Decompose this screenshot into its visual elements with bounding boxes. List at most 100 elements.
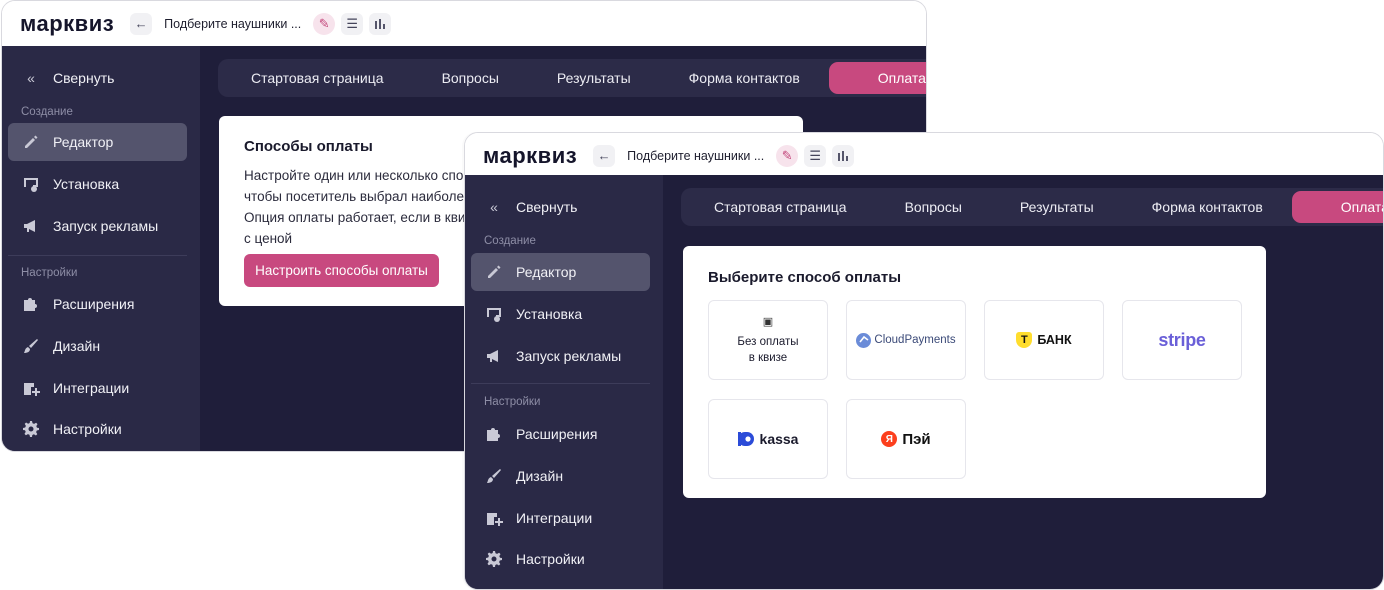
gear-icon: [22, 420, 40, 438]
payment-option-none-label-line: Без оплаты: [737, 335, 799, 348]
logo[interactable]: марквиз: [20, 11, 114, 37]
stripe-logo: stripe: [1158, 329, 1206, 350]
tbank-logo-text: БАНК: [1037, 333, 1072, 347]
sidebar-item-editor[interactable]: Редактор: [471, 253, 650, 291]
double-chevron-left-icon: «: [27, 70, 35, 86]
sidebar-item-install[interactable]: Установка: [471, 295, 650, 333]
front-window: марквиз ← Подберите наушники ... ✎ ☰ « С…: [464, 132, 1384, 590]
cloudpayments-logo: CloudPayments: [856, 332, 956, 348]
puzzle-icon: [22, 295, 40, 313]
top-bar: марквиз ← Подберите наушники ... ✎ ☰: [2, 1, 926, 46]
sidebar-collapse[interactable]: « Свернуть: [8, 59, 187, 97]
no-payment-icon: ▣: [762, 315, 774, 328]
yandex-logo-icon: Я: [881, 431, 898, 447]
tab-contact-form[interactable]: Форма контактов: [1123, 191, 1292, 223]
pencil-icon[interactable]: ✎: [776, 144, 799, 167]
tab-results[interactable]: Результаты: [528, 62, 660, 94]
tab-payment[interactable]: Оплата: [1291, 191, 1383, 223]
megaphone-icon: [485, 347, 503, 365]
cloudpayments-logo-icon: [856, 332, 872, 348]
sidebar-item-install[interactable]: Установка: [8, 165, 187, 203]
sidebar-item-label: Запуск рекламы: [53, 218, 159, 234]
gear-icon: [485, 550, 503, 568]
card-description-line: Опция оплаты работает, если в квиз: [244, 210, 472, 225]
payment-option-none-label: Без оплаты в квизе: [737, 334, 798, 366]
list-icon[interactable]: ☰: [804, 144, 827, 167]
sidebar-item-integrations[interactable]: Интеграции: [471, 499, 650, 537]
sidebar-collapse-label: Свернуть: [53, 70, 115, 86]
sidebar-item-integrations[interactable]: Интеграции: [8, 369, 187, 407]
quiz-name[interactable]: Подберите наушники ...: [164, 17, 301, 31]
list-icon[interactable]: ☰: [341, 12, 364, 35]
tbank-shield-icon: Т: [1016, 332, 1033, 348]
sidebar-item-label: Редактор: [53, 134, 114, 150]
back-arrow-icon[interactable]: ←: [593, 144, 616, 167]
card-description-line: чтобы посетитель выбрал наиболее: [244, 189, 472, 204]
tab-payment[interactable]: Оплата: [828, 62, 926, 94]
sidebar-item-settings[interactable]: Настройки: [471, 540, 650, 578]
top-bar: марквиз ← Подберите наушники ... ✎ ☰: [465, 133, 1383, 178]
sidebar-item-label: Настройки: [516, 551, 585, 567]
quiz-name[interactable]: Подберите наушники ...: [627, 149, 764, 163]
yapay-logo: Я Пэй: [881, 430, 931, 448]
sidebar: « Свернуть Создание Редактор Установка З…: [2, 46, 200, 451]
sidebar-item-label: Расширения: [53, 296, 135, 312]
card-description: Настройте один или несколько спос чтобы …: [244, 165, 472, 249]
back-arrow-icon[interactable]: ←: [130, 12, 153, 35]
sidebar-divider: [8, 255, 187, 256]
sidebar-collapse[interactable]: « Свернуть: [471, 188, 650, 226]
main-area: Стартовая страница Вопросы Результаты Фо…: [663, 175, 1383, 589]
sidebar-item-label: Установка: [53, 176, 120, 192]
sidebar-item-ads[interactable]: Запуск рекламы: [471, 337, 650, 375]
workspace: « Свернуть Создание Редактор Установка З…: [465, 175, 1383, 589]
payment-option-yapay[interactable]: Я Пэй: [846, 399, 966, 479]
sidebar-item-label: Интеграции: [53, 380, 130, 396]
payment-option-none[interactable]: ▣ Без оплаты в квизе: [708, 300, 828, 380]
step-tabs: Стартовая страница Вопросы Результаты Фо…: [681, 188, 1383, 226]
integrations-icon: [485, 509, 503, 527]
card-title: Выберите способ оплаты: [708, 269, 902, 286]
sidebar-item-label: Расширения: [516, 426, 598, 442]
sidebar-item-design[interactable]: Дизайн: [8, 327, 187, 365]
sidebar-item-label: Интеграции: [516, 510, 593, 526]
tab-questions[interactable]: Вопросы: [413, 62, 528, 94]
sidebar: « Свернуть Создание Редактор Установка З…: [465, 175, 663, 589]
pencil-icon: [485, 263, 503, 281]
tab-results[interactable]: Результаты: [991, 191, 1123, 223]
bar-chart-icon[interactable]: [369, 12, 392, 35]
sidebar-item-settings[interactable]: Настройки: [8, 410, 187, 448]
configure-payments-button[interactable]: Настроить способы оплаты: [244, 254, 439, 287]
sidebar-item-extensions[interactable]: Расширения: [8, 285, 187, 323]
payment-option-none-label-line: в квизе: [748, 351, 788, 364]
double-chevron-left-icon: «: [490, 199, 498, 215]
sidebar-item-ads[interactable]: Запуск рекламы: [8, 207, 187, 245]
bar-chart-icon[interactable]: [832, 144, 855, 167]
sidebar-item-extensions[interactable]: Расширения: [471, 415, 650, 453]
yookassa-logo: kassa: [737, 431, 798, 447]
sidebar-item-design[interactable]: Дизайн: [471, 457, 650, 495]
payment-option-stripe[interactable]: stripe: [1122, 300, 1242, 380]
sidebar-section-create: Создание: [484, 235, 536, 247]
tab-questions[interactable]: Вопросы: [876, 191, 991, 223]
tab-contact-form[interactable]: Форма контактов: [660, 62, 829, 94]
payment-option-cloudpayments[interactable]: CloudPayments: [846, 300, 966, 380]
sidebar-item-label: Редактор: [516, 264, 577, 280]
step-tabs: Стартовая страница Вопросы Результаты Фо…: [218, 59, 926, 97]
pencil-icon[interactable]: ✎: [313, 12, 336, 35]
brush-icon: [22, 337, 40, 355]
payment-option-yookassa[interactable]: kassa: [708, 399, 828, 479]
tab-start-page[interactable]: Стартовая страница: [222, 62, 413, 94]
sidebar-item-label: Установка: [516, 306, 583, 322]
puzzle-icon: [485, 425, 503, 443]
install-icon: [22, 175, 40, 193]
cloudpayments-logo-text: CloudPayments: [874, 334, 956, 346]
tab-start-page[interactable]: Стартовая страница: [685, 191, 876, 223]
card-description-line: Настройте один или несколько спос: [244, 168, 471, 183]
payment-option-tbank[interactable]: Т БАНК: [984, 300, 1104, 380]
yapay-logo-text: Пэй: [902, 430, 931, 448]
pencil-icon: [22, 133, 40, 151]
sidebar-section-settings: Настройки: [21, 267, 78, 279]
card-description-line: с ценой: [244, 231, 293, 246]
sidebar-item-editor[interactable]: Редактор: [8, 123, 187, 161]
logo[interactable]: марквиз: [483, 143, 577, 169]
